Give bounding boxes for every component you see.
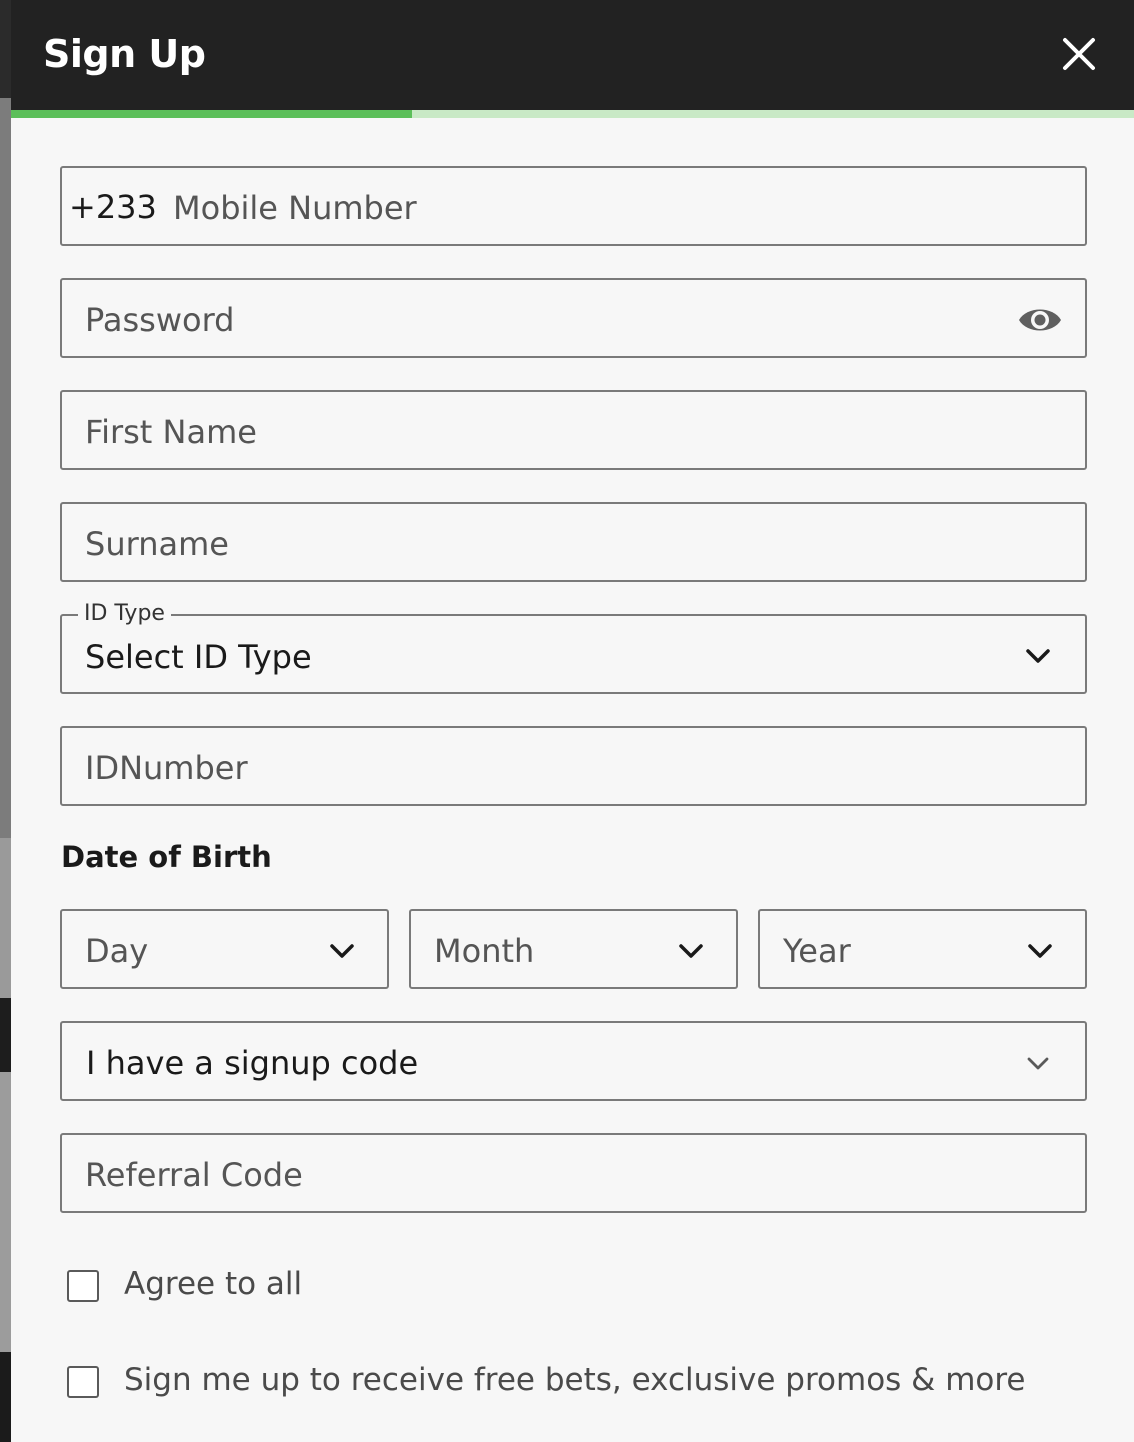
page-backdrop bbox=[0, 0, 11, 1442]
dob-day-select[interactable]: Day bbox=[60, 909, 389, 989]
modal-title: Sign Up bbox=[43, 32, 206, 76]
signup-modal: Sign Up +233 Mobile Number Password Firs… bbox=[11, 0, 1134, 1442]
agree-to-all-checkbox[interactable] bbox=[67, 1270, 99, 1302]
first-name-placeholder: First Name bbox=[85, 413, 257, 451]
dob-month-select[interactable]: Month bbox=[409, 909, 738, 989]
id-number-placeholder: IDNumber bbox=[85, 749, 248, 787]
chevron-down-icon bbox=[328, 937, 356, 965]
agree-to-all-label[interactable]: Agree to all bbox=[124, 1266, 302, 1302]
dob-year-select[interactable]: Year bbox=[758, 909, 1087, 989]
mobile-number-field[interactable]: +233 Mobile Number bbox=[60, 166, 1087, 246]
first-name-field[interactable]: First Name bbox=[60, 390, 1087, 470]
chevron-down-icon bbox=[1024, 642, 1052, 670]
referral-code-field[interactable]: Referral Code bbox=[60, 1133, 1087, 1213]
surname-placeholder: Surname bbox=[85, 525, 229, 563]
date-of-birth-label: Date of Birth bbox=[61, 840, 272, 874]
signup-progress-bar bbox=[11, 110, 1134, 118]
country-code-prefix: +233 bbox=[69, 188, 157, 226]
chevron-down-icon bbox=[1026, 937, 1054, 965]
agree-to-all-row: Agree to all bbox=[67, 1266, 1067, 1306]
referral-code-placeholder: Referral Code bbox=[85, 1156, 303, 1194]
id-type-value: Select ID Type bbox=[85, 638, 312, 676]
chevron-down-icon bbox=[1024, 1049, 1052, 1077]
chevron-down-icon bbox=[677, 937, 705, 965]
surname-field[interactable]: Surname bbox=[60, 502, 1087, 582]
signup-code-toggle[interactable]: I have a signup code bbox=[60, 1021, 1087, 1101]
promo-optin-row: Sign me up to receive free bets, exclusi… bbox=[67, 1362, 1067, 1402]
password-placeholder: Password bbox=[85, 301, 235, 339]
dob-day-label: Day bbox=[85, 932, 149, 970]
signup-code-label: I have a signup code bbox=[86, 1044, 419, 1082]
progress-fill bbox=[11, 110, 412, 118]
eye-icon[interactable] bbox=[1017, 300, 1063, 340]
dob-month-label: Month bbox=[434, 932, 535, 970]
modal-header: Sign Up bbox=[11, 0, 1134, 110]
promo-optin-checkbox[interactable] bbox=[67, 1366, 99, 1398]
promo-optin-label[interactable]: Sign me up to receive free bets, exclusi… bbox=[124, 1362, 1026, 1398]
id-type-select[interactable]: ID Type Select ID Type bbox=[60, 601, 1087, 694]
dob-year-label: Year bbox=[783, 932, 851, 970]
id-type-label: ID Type bbox=[78, 601, 171, 626]
mobile-number-placeholder: Mobile Number bbox=[173, 189, 417, 227]
close-icon[interactable] bbox=[1061, 36, 1097, 72]
password-field[interactable]: Password bbox=[60, 278, 1087, 358]
id-number-field[interactable]: IDNumber bbox=[60, 726, 1087, 806]
